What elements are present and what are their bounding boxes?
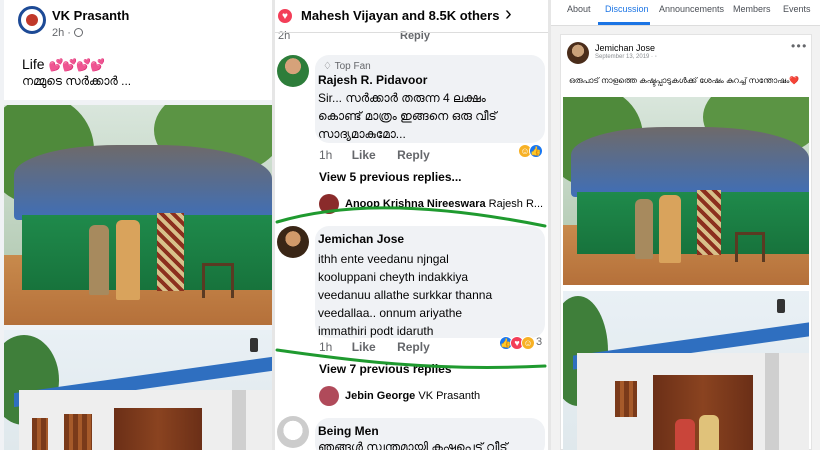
- author-avatar[interactable]: [567, 42, 589, 64]
- author-name[interactable]: Jemichan Jose: [595, 43, 655, 53]
- post-date-text[interactable]: September 13, 2019: [595, 54, 649, 60]
- hut-photo[interactable]: [4, 105, 272, 325]
- tab-announcements[interactable]: Announcements: [659, 4, 724, 14]
- post-header-card: VK Prasanth 2h · Life 💕💕💕💕 നമ്മുടെ സർക്ക…: [4, 0, 272, 100]
- author-avatar[interactable]: [18, 6, 46, 34]
- post-text-line1: Life 💕💕💕💕: [22, 56, 105, 72]
- hearts-emoji: 💕💕💕💕: [48, 58, 105, 72]
- comments-panel: ♥ Mahesh Vijayan and 8.5K others › 2h Re…: [275, 0, 548, 450]
- tab-discussion[interactable]: Discussion: [605, 4, 649, 14]
- author-name[interactable]: VK Prasanth: [52, 8, 129, 23]
- house-photo[interactable]: [4, 330, 272, 450]
- tab-events[interactable]: Events: [783, 4, 811, 14]
- post-time[interactable]: 2h: [52, 27, 64, 39]
- group-tabs: About Discussion Announcements Members E…: [551, 0, 820, 26]
- tab-members[interactable]: Members: [733, 4, 771, 14]
- post-date: September 13, 2019 · ◦: [595, 54, 657, 60]
- post-text: ഒരുപാട് നാളത്തെ കഷ്ടപ്പാടുകൾക്ക് ശേഷം കു…: [569, 76, 800, 85]
- tab-about[interactable]: About: [567, 4, 591, 14]
- post-meta: 2h ·: [52, 27, 84, 39]
- globe-icon: ◦: [654, 54, 657, 60]
- more-options-icon[interactable]: • • •: [791, 39, 806, 53]
- hut-photo[interactable]: [563, 97, 809, 285]
- active-tab-indicator: [598, 22, 650, 25]
- highlight-annotation: [275, 206, 547, 369]
- house-photo[interactable]: [563, 291, 809, 450]
- group-panel: About Discussion Announcements Members E…: [551, 0, 820, 450]
- left-post-panel: VK Prasanth 2h · Life 💕💕💕💕 നമ്മുടെ സർക്ക…: [0, 0, 275, 450]
- post-text-life: Life: [22, 56, 45, 72]
- globe-icon: [74, 28, 84, 37]
- post-text-line2: നമ്മുടെ സർക്കാർ ...: [22, 74, 132, 88]
- group-post-card: Jemichan Jose September 13, 2019 · ◦ • •…: [560, 34, 812, 450]
